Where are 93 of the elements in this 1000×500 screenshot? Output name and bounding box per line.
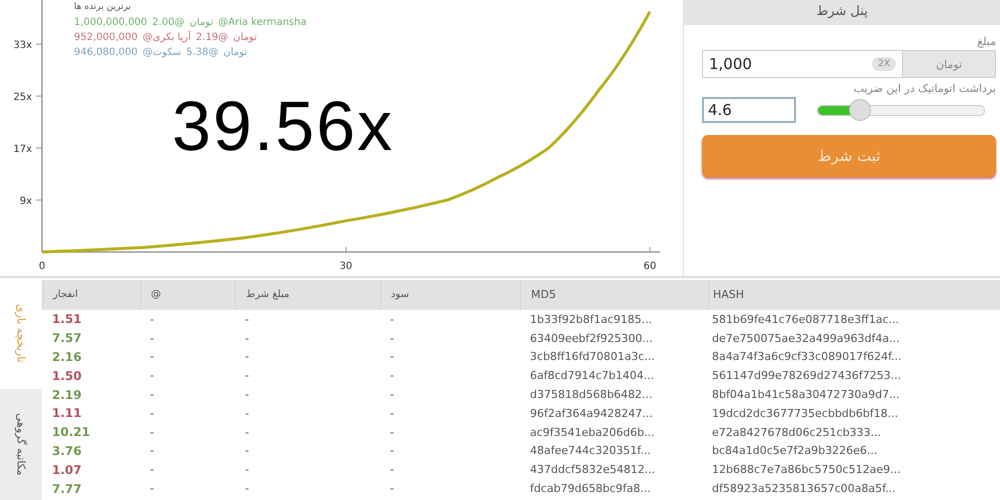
y-tick-label: 33x (13, 40, 32, 52)
table-cell-text: - (149, 426, 155, 439)
md5-cell-text: 3cb8ff16fd70801a3c... (529, 350, 656, 364)
leaderboard-title: برترین برنده ها (74, 2, 132, 12)
column-header: @ (140, 280, 235, 310)
md5-cell-text: 48afee744c320351f... (529, 444, 652, 458)
table-cell-text: - (389, 369, 395, 382)
table-cell-text: - (244, 406, 250, 420)
hash-cell-text: 581b69fe41c76e087718e3ff1ac... (711, 312, 900, 326)
table-cell-text: - (149, 444, 155, 458)
table-cell-text: - (244, 444, 250, 458)
table-cell-text: - (149, 482, 155, 496)
md5-cell-text: ac9f3541eba206d6b... (529, 426, 656, 439)
hash-cell-text: e72a8427678d06c251cb333... (711, 426, 882, 439)
winner-info: 2.00@ (152, 16, 184, 30)
crash-value: 7.77 (51, 482, 83, 496)
winner-info: 1,000,000,000 (74, 16, 148, 30)
x-tick-label: 30 (340, 261, 352, 272)
table-cell-text: - (244, 369, 250, 382)
hash-cell-text: 12b688c7e7a86bc5750c512ae9... (711, 463, 902, 476)
md5-cell-text: 96f2af364a9428247... (529, 406, 654, 420)
table-cell-text: - (149, 388, 155, 402)
winner-info: تومان (189, 16, 214, 30)
md5-cell-text: 6af8cd7914c7b1404... (529, 369, 656, 382)
crash-value: 3.76 (51, 444, 83, 458)
slider-thumb[interactable] (848, 98, 870, 120)
winner-info: 946,080,000 (74, 46, 138, 60)
table-cell-text: - (244, 332, 250, 345)
table-cell-text: - (149, 332, 155, 345)
panel-header: پنل شرط (684, 0, 1000, 25)
table-cell-text: - (244, 350, 250, 364)
winner-info: 952,000,000 (74, 31, 138, 45)
side-tab[interactable]: مکاتبه گروهی (0, 389, 42, 500)
y-tick-label: 9x (20, 196, 32, 208)
column-header: سود (380, 280, 520, 310)
table-cell-text: - (149, 369, 155, 382)
table-cell-text: - (149, 350, 155, 364)
crash-value: 7.57 (51, 331, 83, 346)
crash-value: 1.07 (51, 462, 83, 477)
hash-cell-text: 19dcd2dc3677735ecbbdb6bf18... (711, 406, 900, 420)
table-cell-text: - (389, 332, 395, 345)
table-cell-text: - (389, 388, 395, 402)
amount-label: مبلغ (976, 35, 996, 48)
table-cell-text: - (389, 406, 395, 420)
table-cell-text: - (244, 312, 250, 326)
winner-info: @سکوت (142, 46, 182, 60)
md5-cell-text: d375818d568b6482... (529, 388, 654, 402)
x-tick-label: 60 (644, 261, 656, 272)
hash-cell-text: 8a4a74f3a6c9cf33c089017f624f... (711, 350, 903, 364)
y-tick-label: 17x (13, 144, 32, 156)
table-cell-text: - (244, 482, 250, 496)
winner-info: تومان (223, 46, 248, 60)
table-cell-text: - (389, 312, 395, 326)
hash-cell-text: 561147d99e78269d27436f7253... (711, 369, 902, 382)
y-tick-label: 25x (13, 92, 32, 104)
table-cell-text: - (244, 388, 250, 402)
crash-value: 1.51 (51, 312, 83, 326)
md5-cell-text: 63409eebf2f925300... (529, 332, 654, 345)
column-header: مبلغ شرط (235, 280, 380, 310)
hash-cell-text: bc84a1d0c5e7f2a9b3226e6... (711, 444, 878, 458)
md5-cell-text: fdcab79d658bc9fa8... (529, 482, 652, 496)
crash-value: 1.11 (51, 406, 83, 420)
winner-info: تومان (233, 31, 257, 45)
x-tick-label: 0 (38, 261, 46, 272)
crash-multiplier: 39.56x (172, 86, 394, 166)
table-cell-text: - (389, 426, 395, 439)
table-cell-text: - (389, 463, 395, 476)
auto-cashout-field[interactable]: 4.6 (702, 97, 796, 123)
table-cell-text: - (244, 463, 250, 476)
column-header: HASH (708, 280, 1000, 310)
hash-cell-text: 8bf04a1b41c58a30472730a9d7... (711, 388, 901, 402)
auto-cashout-label: برداشت اتوماتیک در این ضریب (852, 82, 996, 95)
hash-cell-text: de7e750075ae32a499a963df4a... (711, 332, 901, 345)
column-header: MD5 (520, 280, 708, 310)
column-header: انفجار (42, 280, 140, 310)
table-cell-text: - (389, 350, 395, 364)
hash-cell-text: df58923a5235813657c00a8a5f... (711, 482, 897, 496)
table-cell-text: - (244, 426, 250, 439)
crash-value: 10.21 (51, 425, 91, 440)
winner-info: @Aria kermansha (218, 16, 307, 30)
crash-value: 1.50 (51, 368, 83, 383)
table-cell-text: - (149, 406, 155, 420)
winner-info: 2.19@ (196, 31, 228, 45)
crash-value: 2.16 (51, 350, 83, 364)
table-cell-text: - (389, 482, 395, 496)
table-cell-text: - (149, 463, 155, 476)
table-cell-text: - (389, 444, 395, 458)
table-cell-text: - (149, 312, 155, 326)
winner-info: 5.38@ (186, 46, 218, 60)
crash-value: 2.19 (51, 388, 83, 402)
md5-cell-text: 1b33f92b8f1ac9185... (529, 312, 653, 326)
winner-info: @آریا بکری (142, 30, 191, 45)
md5-cell-text: 437ddcf5832e54812... (529, 463, 656, 476)
